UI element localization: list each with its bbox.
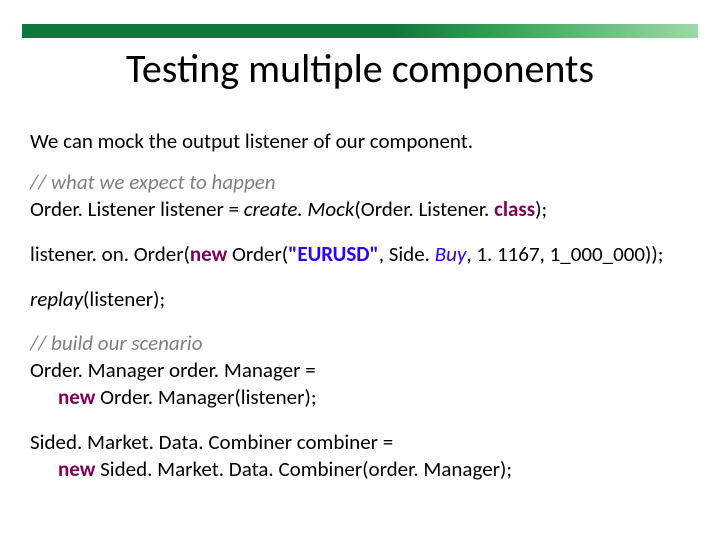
intro-text: We can mock the output listener of our c… <box>30 128 690 155</box>
code-block-1: // what we expect to happen Order. Liste… <box>30 169 690 223</box>
code-text: , Side. <box>379 241 435 267</box>
code-block-3: replay(listener); <box>30 286 690 313</box>
code-line: Order. Listener listener = create. Mock(… <box>30 196 690 223</box>
code-comment: // what we expect to happen <box>30 169 276 195</box>
code-area: // what we expect to happen Order. Liste… <box>30 169 690 483</box>
code-text: Sided. Market. Data. Combiner(order. Man… <box>100 456 512 482</box>
code-text: Order. Manager order. Manager = <box>30 357 316 383</box>
code-line: new Order. Manager(listener); <box>30 384 690 411</box>
code-text: (Order. Listener. <box>354 196 494 222</box>
code-block-4: // build our scenario Order. Manager ord… <box>30 330 690 411</box>
keyword: new <box>58 384 100 410</box>
keyword: new <box>58 456 100 482</box>
code-block-2: listener. on. Order(new Order("EURUSD", … <box>30 241 690 268</box>
code-text: Order. Manager(listener); <box>100 384 316 410</box>
code-text: Order. Listener listener = <box>30 196 244 222</box>
code-comment: // build our scenario <box>30 330 203 356</box>
code-line: Sided. Market. Data. Combiner combiner = <box>30 429 690 456</box>
slide-content: We can mock the output listener of our c… <box>30 128 690 501</box>
code-text: Sided. Market. Data. Combiner combiner = <box>30 429 393 455</box>
field-ref: Buy <box>435 241 467 267</box>
code-text: create. Mock <box>244 196 355 222</box>
code-text: , 1. 1167, 1_000_000)); <box>466 241 663 267</box>
code-text: (listener); <box>83 286 165 312</box>
code-line: listener. on. Order(new Order("EURUSD", … <box>30 241 690 268</box>
keyword: new <box>190 241 232 267</box>
string-literal: "EURUSD" <box>288 241 379 267</box>
slide: Testing multiple components We can mock … <box>0 0 720 540</box>
code-text: replay <box>30 286 83 312</box>
code-text: Order( <box>232 241 288 267</box>
code-line: replay(listener); <box>30 286 690 313</box>
code-line: new Sided. Market. Data. Combiner(order.… <box>30 456 690 483</box>
code-text: ); <box>535 196 547 222</box>
code-text: listener. on. Order( <box>30 241 190 267</box>
slide-title: Testing multiple components <box>0 44 720 93</box>
header-bar <box>22 24 698 38</box>
code-block-5: Sided. Market. Data. Combiner combiner =… <box>30 429 690 483</box>
keyword: class <box>494 196 535 222</box>
code-line: Order. Manager order. Manager = <box>30 357 690 384</box>
